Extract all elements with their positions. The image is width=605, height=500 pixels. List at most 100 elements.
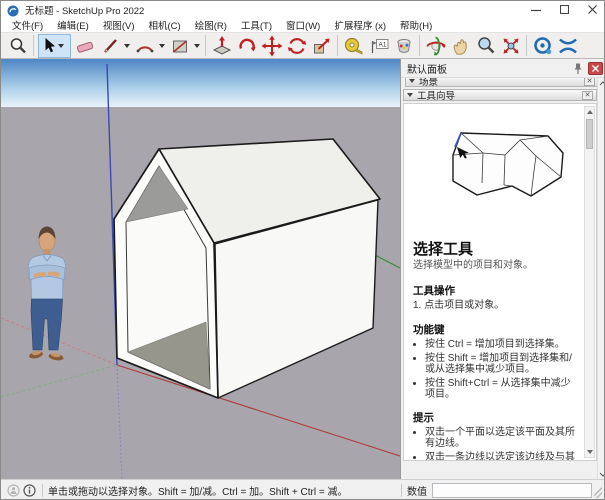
arc-icon (135, 36, 155, 56)
menu-edit[interactable]: 编辑(E) (50, 18, 96, 32)
statusbar-separator (42, 484, 43, 497)
zoom-icon (475, 35, 497, 57)
tip-item: 双击一个平面以选定该平面及其所有边线。 (425, 427, 577, 450)
search-tool-button[interactable] (5, 34, 30, 58)
instructor-section-header[interactable]: 工具向导 ✕ (403, 89, 597, 101)
sky (1, 59, 400, 107)
push-pull-tool-button[interactable] (209, 34, 234, 58)
menubar: 文件(F) 编辑(E) 视图(V) 相机(C) 绘图(R) 工具(T) 窗口(W… (1, 18, 605, 33)
menu-camera[interactable]: 相机(C) (141, 18, 187, 32)
statusbar: 单击或拖动以选择对象。Shift = 加/减。Ctrl = 加。Shift + … (1, 479, 605, 500)
geolocation-icon[interactable] (5, 483, 21, 499)
paint-bucket-tool-button[interactable] (391, 34, 416, 58)
menu-file[interactable]: 文件(F) (5, 18, 50, 32)
window-title: 无标题 - SketchUp Pro 2022 (25, 3, 144, 17)
toolbar-separator (419, 35, 420, 56)
rotate-icon (286, 35, 308, 57)
measurements-input[interactable] (432, 483, 592, 498)
follow-me-tool-button[interactable] (234, 34, 259, 58)
trimble-connect-icon (557, 35, 579, 57)
credits-info-icon[interactable] (21, 483, 37, 499)
viewport (1, 59, 400, 479)
line-tool-button[interactable] (97, 34, 122, 58)
default-tray-header[interactable]: 默认面板 (401, 59, 605, 78)
toolbar-separator (205, 35, 206, 56)
panel-close-button[interactable] (588, 62, 603, 75)
rotate-tool-button[interactable] (284, 34, 309, 58)
arc-dropdown-caret[interactable] (159, 44, 165, 48)
menu-extensions[interactable]: 扩展程序 (x) (327, 18, 393, 32)
instructor-text: 选择工具 选择模型中的项目和对象。 工具操作 1. 点击项目或对象。 功能键 按… (413, 238, 577, 461)
pin-icon[interactable] (570, 61, 586, 76)
menu-window[interactable]: 窗口(W) (279, 18, 327, 32)
rectangle-icon (170, 36, 190, 56)
text-tool-button[interactable]: A1 (366, 34, 391, 58)
resize-grip[interactable] (594, 484, 602, 498)
scroll-up-icon[interactable] (585, 107, 594, 117)
default-tray-panel: 默认面板 场景 ✕ 工具向导 ✕ (400, 59, 605, 479)
menu-view[interactable]: 视图(V) (96, 18, 142, 32)
close-button[interactable] (578, 1, 605, 18)
modifier-item: 按住 Shift+Ctrl = 从选择集中减少项目。 (425, 378, 577, 401)
eraser-tool-button[interactable] (72, 34, 97, 58)
text-tool-icon: A1 (368, 35, 390, 57)
select-arrow-icon (43, 37, 56, 54)
status-hint-text: 单击或拖动以选择对象。Shift = 加/减。Ctrl = 加。Shift + … (48, 483, 348, 498)
3d-warehouse-icon (532, 35, 554, 57)
tray-scroll-up-icon[interactable] (599, 78, 605, 88)
sketchup-app-icon (7, 4, 19, 16)
pencil-icon (101, 36, 119, 56)
scrollbar-thumb[interactable] (586, 119, 593, 149)
maximize-button[interactable] (550, 1, 578, 18)
zoom-tool-button[interactable] (473, 34, 498, 58)
tips-list: 双击一个平面以选定该平面及其所有边线。 双击一条边线以选定该边线及与其共享的平面… (413, 427, 577, 462)
menu-draw[interactable]: 绘图(R) (188, 18, 234, 32)
zoom-extents-tool-button[interactable] (498, 34, 523, 58)
instructor-section-close-icon[interactable]: ✕ (582, 91, 593, 100)
rectangle-tool-button[interactable] (167, 34, 192, 58)
select-dropdown-caret[interactable] (58, 44, 64, 48)
follow-me-icon (236, 35, 258, 57)
scale-tool-button[interactable] (309, 34, 334, 58)
paint-bucket-icon (393, 35, 415, 57)
titlebar: 无标题 - SketchUp Pro 2022 (1, 1, 605, 18)
move-tool-button[interactable] (259, 34, 284, 58)
push-pull-icon (211, 35, 233, 57)
scenes-section-clip: 场景 ✕ (403, 78, 597, 88)
tray-scrollbar[interactable] (597, 78, 605, 479)
trimble-connect-button[interactable] (555, 34, 580, 58)
tape-measure-icon (343, 35, 365, 57)
expand-triangle-icon (409, 79, 415, 83)
arc-tool-button[interactable] (132, 34, 157, 58)
pan-tool-button[interactable] (448, 34, 473, 58)
instructor-illustration (444, 126, 572, 212)
scenes-section-label: 场景 (419, 78, 584, 88)
rectangle-dropdown-caret[interactable] (194, 44, 200, 48)
toolbar-separator (337, 35, 338, 56)
scenes-section-header[interactable]: 场景 ✕ (405, 78, 597, 87)
operation-step: 1. 点击项目或对象。 (413, 300, 577, 312)
menu-tools[interactable]: 工具(T) (234, 18, 279, 32)
line-dropdown-caret[interactable] (124, 44, 130, 48)
3d-warehouse-button[interactable] (530, 34, 555, 58)
scroll-down-icon[interactable] (585, 447, 594, 457)
toolbar: A1 (1, 33, 605, 59)
tape-measure-tool-button[interactable] (341, 34, 366, 58)
measurements-label: 数值 (407, 483, 427, 498)
minimize-button[interactable] (522, 1, 550, 18)
scenes-section-close-icon[interactable]: ✕ (584, 78, 595, 86)
instructor-content: 选择工具 选择模型中的项目和对象。 工具操作 1. 点击项目或对象。 功能键 按… (403, 103, 597, 461)
select-tool-button[interactable] (38, 34, 71, 58)
viewport-canvas[interactable] (1, 59, 400, 479)
instructor-scrollbar[interactable] (584, 106, 595, 458)
operation-header: 工具操作 (413, 283, 577, 298)
zoom-extents-icon (500, 35, 522, 57)
orbit-tool-button[interactable] (423, 34, 448, 58)
tray-scroll-down-icon[interactable] (599, 469, 605, 479)
instructor-section-label: 工具向导 (417, 88, 582, 102)
statusbar-separator (401, 484, 402, 497)
menu-help[interactable]: 帮助(H) (393, 18, 439, 32)
text-tool-glyph: A1 (378, 41, 386, 48)
toolbar-separator (526, 35, 527, 56)
tips-header: 提示 (413, 410, 577, 425)
